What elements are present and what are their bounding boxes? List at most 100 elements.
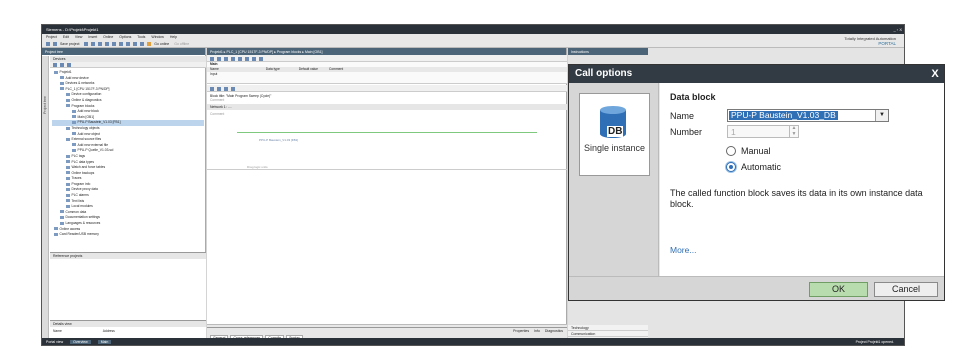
coil-icon[interactable] <box>216 86 221 91</box>
tree-tool-icon[interactable] <box>66 63 71 68</box>
project-tree-header: Project tree <box>42 48 205 55</box>
reference-projects-pane: Reference projects <box>50 252 206 320</box>
menu-edit[interactable]: Edit <box>63 35 69 39</box>
ok-button[interactable]: OK <box>809 282 868 297</box>
overview-tab[interactable]: Overview <box>70 340 91 344</box>
folder-icon <box>66 137 70 141</box>
menu-window[interactable]: Window <box>151 35 163 39</box>
window-titlebar: Siemens - D:\Projekt\Projekt1 _ ▫ X <box>42 25 904 34</box>
single-instance-label: Single instance <box>583 143 646 153</box>
add-icon <box>72 143 76 147</box>
network-comment[interactable]: Comment <box>207 110 567 118</box>
upload-icon[interactable] <box>140 42 145 47</box>
more-link[interactable]: More... <box>670 245 696 255</box>
menu-project[interactable]: Project <box>46 35 57 39</box>
compile-icon[interactable] <box>126 42 131 47</box>
spinner-arrows-icon[interactable]: ▲ ▼ <box>789 125 798 137</box>
main-tab[interactable]: Main <box>97 340 112 344</box>
dialog-close-button[interactable]: X <box>926 65 944 83</box>
menu-online[interactable]: Online <box>103 35 113 39</box>
folder-icon <box>60 210 64 214</box>
block-comment[interactable]: Comment <box>210 98 564 102</box>
editor-tool-icon[interactable] <box>230 56 235 61</box>
automatic-radio[interactable] <box>726 162 736 172</box>
task-cards-header: Instructions <box>568 48 648 55</box>
editor-tool-icon[interactable] <box>237 56 242 61</box>
reference-projects-header[interactable]: Reference projects <box>50 253 206 259</box>
tab-info[interactable]: Info <box>534 329 540 333</box>
folder-icon <box>66 188 70 192</box>
tree-item[interactable]: Card Reader/USB memory <box>52 232 204 238</box>
contact-icon[interactable] <box>210 86 214 91</box>
info-icon <box>66 182 70 186</box>
db-name-value[interactable]: PPU-P Baustein_V1.03_DB <box>729 111 838 120</box>
brand-line2: PORTAL <box>878 41 896 46</box>
portal-view-button[interactable]: Portal view <box>46 340 63 344</box>
tab-diagnostics[interactable]: Diagnostics <box>545 329 563 333</box>
folder-icon <box>66 165 70 169</box>
undo-icon[interactable] <box>112 42 117 47</box>
db-number-value[interactable]: 1 <box>731 127 736 137</box>
tree-tool-icon[interactable] <box>59 63 64 68</box>
menu-help[interactable]: Help <box>170 35 177 39</box>
editor-tool-icon[interactable] <box>258 56 263 61</box>
branch-icon[interactable] <box>230 86 235 91</box>
folder-icon <box>66 176 70 180</box>
details-col-name: Name <box>53 329 62 333</box>
window-title: Siemens - D:\Projekt\Projekt1 <box>46 27 99 32</box>
delete-icon[interactable] <box>105 42 110 47</box>
cancel-button[interactable]: Cancel <box>874 282 938 297</box>
manual-radio[interactable] <box>726 146 736 156</box>
network-1-area[interactable]: Comment PPU-P Baustein_V1.03 [FB1] <box>207 110 567 170</box>
editor-tool-icon[interactable] <box>244 56 249 61</box>
go-online-button[interactable]: Go online <box>154 42 169 46</box>
db-name-combobox[interactable]: PPU-P Baustein_V1.03_DB ▼ <box>727 109 889 122</box>
editor-tool-icon[interactable] <box>210 56 214 61</box>
window-controls[interactable]: _ ▫ X <box>893 27 902 32</box>
editor-tool-icon[interactable] <box>223 56 228 61</box>
automatic-radio-label[interactable]: Automatic <box>741 162 781 172</box>
cut-icon[interactable] <box>84 42 89 47</box>
tree-tool-icon[interactable] <box>53 63 57 68</box>
program-editor: Projekt1 ▸ PLC_1 [CPU 1517F-3 PN/DP] ▸ P… <box>207 48 567 334</box>
save-project-button[interactable]: Save project <box>60 42 79 46</box>
simulation-icon[interactable] <box>147 42 152 47</box>
chevron-down-icon[interactable]: ▼ <box>875 110 888 121</box>
menu-view[interactable]: View <box>75 35 83 39</box>
menu-insert[interactable]: Insert <box>88 35 97 39</box>
folder-icon <box>66 204 70 208</box>
project-tree-side-tab[interactable]: Project tree <box>42 56 49 345</box>
alarm-icon <box>66 193 70 197</box>
tab-properties[interactable]: Properties <box>513 329 529 333</box>
folder-icon <box>54 70 58 74</box>
menu-tools[interactable]: Tools <box>137 35 145 39</box>
editor-tool-icon[interactable] <box>251 56 256 61</box>
device-config-icon <box>66 93 70 96</box>
download-icon[interactable] <box>133 42 138 47</box>
folder-icon <box>66 104 70 108</box>
single-instance-option[interactable]: DB Single instance <box>579 93 650 176</box>
dialog-footer: OK Cancel <box>569 276 944 300</box>
box-icon[interactable] <box>223 86 228 91</box>
fb-call-box[interactable]: PPU-P Baustein_V1.03 [FB1] <box>259 138 298 142</box>
fb-icon <box>72 120 76 124</box>
go-offline-button[interactable]: Go offline <box>174 42 189 46</box>
folder-icon <box>66 126 70 130</box>
menu-options[interactable]: Options <box>119 35 131 39</box>
manual-radio-label[interactable]: Manual <box>741 146 771 156</box>
editor-tool-icon[interactable] <box>216 56 221 61</box>
folder-icon <box>66 171 70 175</box>
data-block-heading: Data block <box>670 92 716 102</box>
redo-icon[interactable] <box>119 42 124 47</box>
db-number-spinner[interactable]: 1 ▲ ▼ <box>727 125 799 138</box>
open-icon[interactable] <box>52 42 57 47</box>
interface-row-input[interactable]: Input <box>207 72 567 77</box>
copy-icon[interactable] <box>91 42 96 47</box>
card-reader-icon <box>54 232 58 236</box>
status-message: Project Projekt1 opened. <box>855 340 894 344</box>
paste-icon[interactable] <box>98 42 103 47</box>
instance-type-list: DB Single instance <box>569 83 659 276</box>
new-icon[interactable] <box>46 42 50 47</box>
editor-toolbar <box>207 55 567 62</box>
project-tree: Projekt1 Add new device Devices & networ… <box>52 70 204 238</box>
